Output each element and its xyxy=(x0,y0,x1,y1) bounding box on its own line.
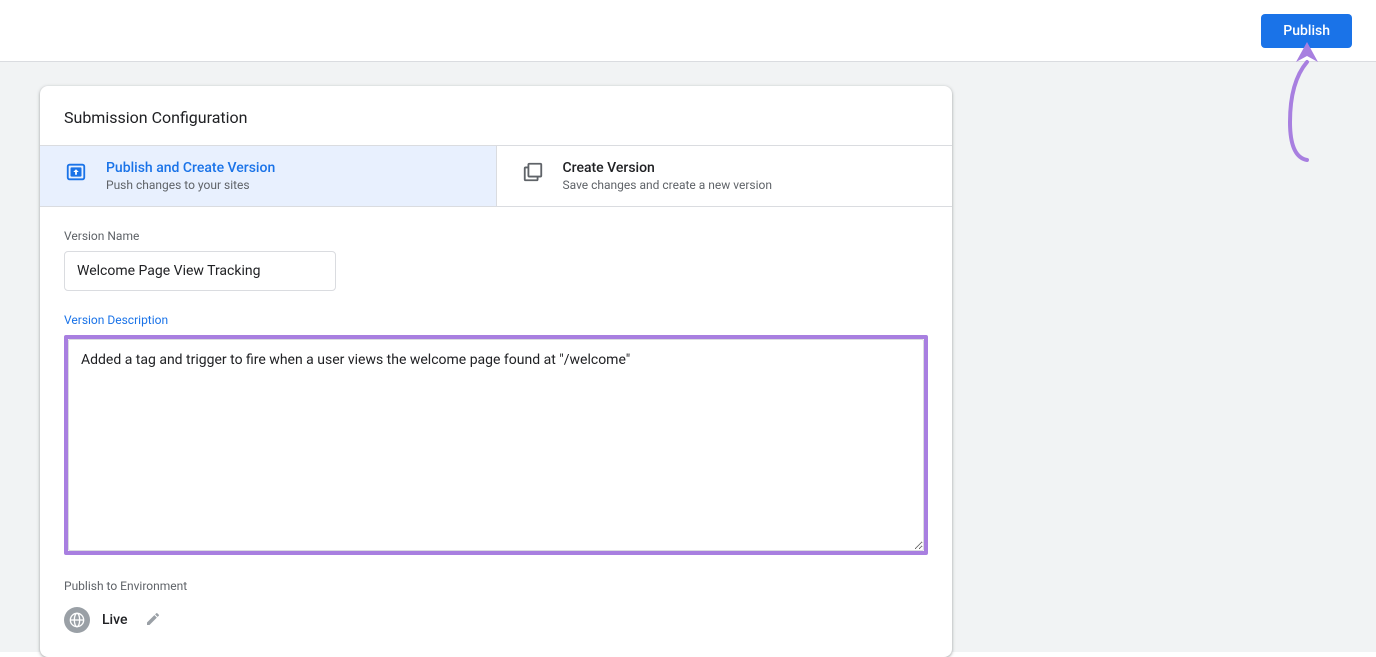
top-bar: Publish xyxy=(0,0,1376,62)
version-description-label: Version Description xyxy=(64,313,928,327)
form-section: Version Name Version Description xyxy=(40,207,952,579)
version-name-label: Version Name xyxy=(64,229,928,243)
card-title: Submission Configuration xyxy=(40,86,952,145)
option-publish-create-version[interactable]: Publish and Create Version Push changes … xyxy=(40,146,497,206)
publish-button[interactable]: Publish xyxy=(1261,14,1352,48)
environment-row: Live xyxy=(64,607,928,633)
environment-name: Live xyxy=(102,612,127,628)
environment-label: Publish to Environment xyxy=(64,579,928,593)
option-create-version[interactable]: Create Version Save changes and create a… xyxy=(497,146,953,206)
option-row: Publish and Create Version Push changes … xyxy=(40,145,952,207)
content-area: Submission Configuration Publish and Cre… xyxy=(0,62,1376,652)
version-description-textarea[interactable] xyxy=(68,339,924,551)
create-version-icon xyxy=(521,160,545,184)
option-publish-title: Publish and Create Version xyxy=(106,160,275,176)
edit-environment-icon[interactable] xyxy=(145,611,163,629)
version-description-highlight xyxy=(64,335,928,555)
environment-section: Publish to Environment Live xyxy=(40,579,952,657)
version-name-input[interactable] xyxy=(64,251,336,291)
option-publish-sub: Push changes to your sites xyxy=(106,178,275,192)
publish-upload-icon xyxy=(64,160,88,184)
option-create-title: Create Version xyxy=(563,160,772,176)
globe-icon xyxy=(64,607,90,633)
submission-config-card: Submission Configuration Publish and Cre… xyxy=(40,86,952,657)
option-create-sub: Save changes and create a new version xyxy=(563,178,772,192)
